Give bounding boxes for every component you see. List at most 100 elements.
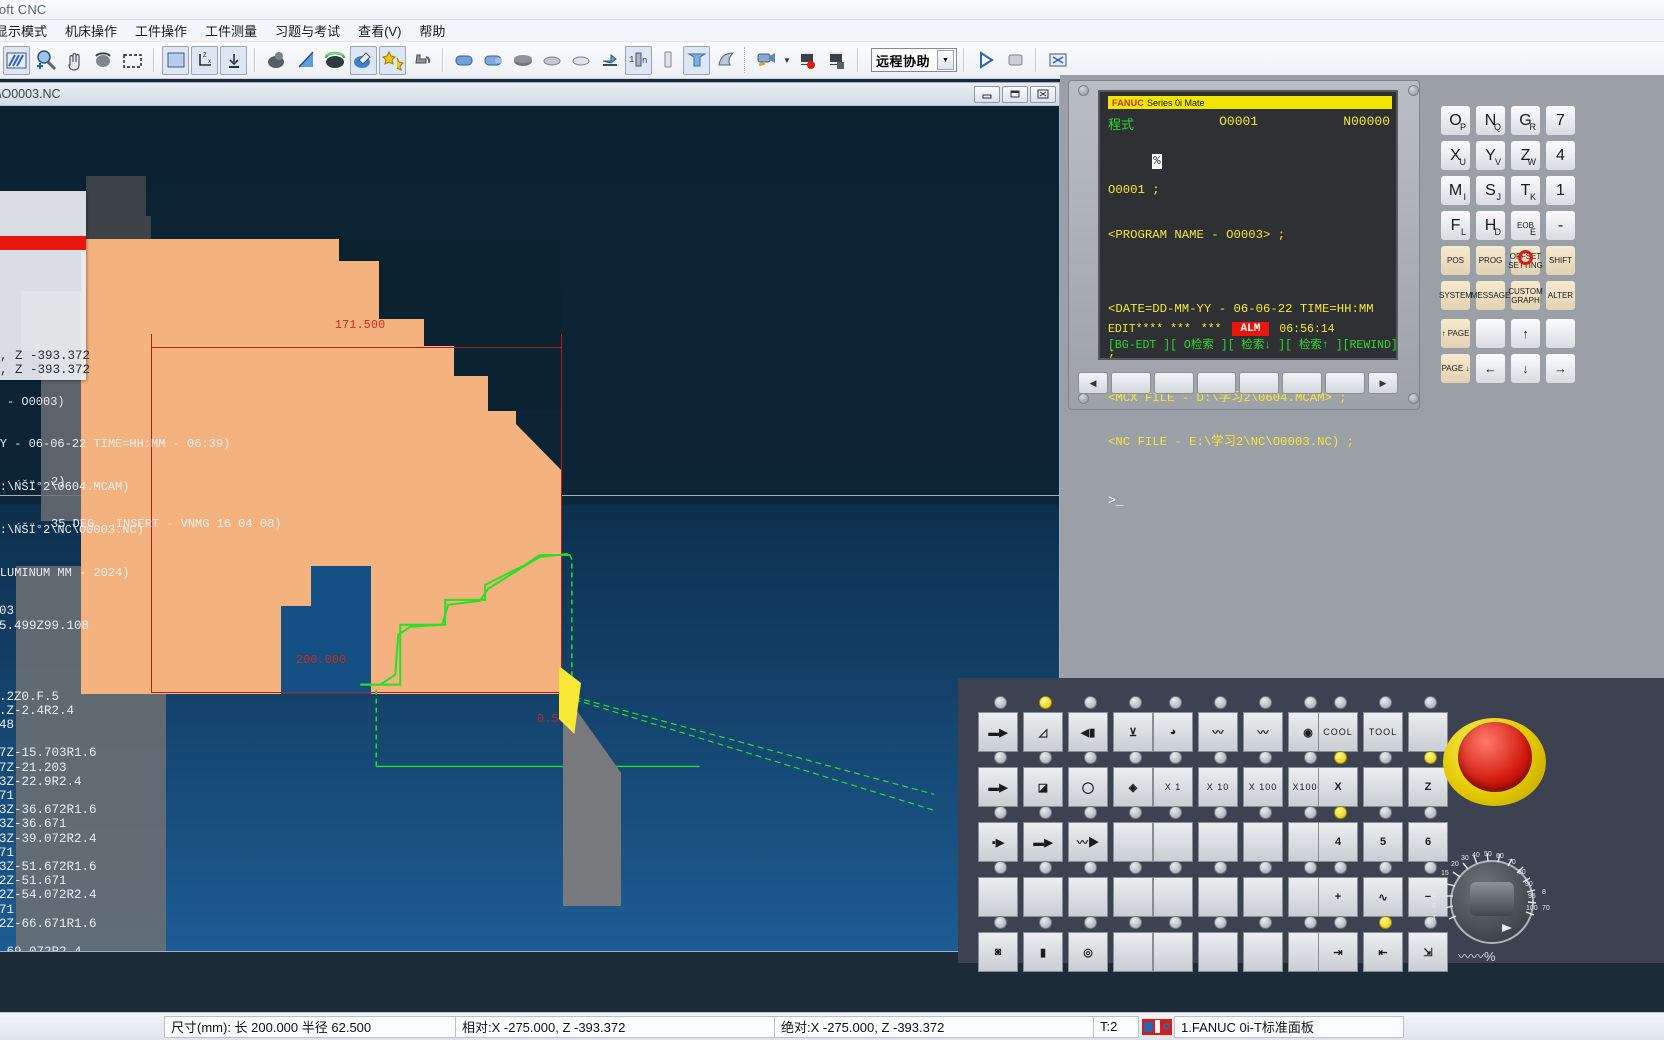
axis-dropdown-icon[interactable] — [220, 45, 247, 75]
blank-4-button[interactable] — [1068, 877, 1108, 917]
menu-workpiece-measure[interactable]: 工件测量 — [196, 19, 266, 42]
view-menu-item[interactable]: X -275.000, Z -393.372 — [0, 363, 90, 377]
select-rect-icon[interactable] — [119, 46, 146, 75]
nav-blank-1[interactable] — [1475, 318, 1506, 349]
jog-plus-button[interactable]: + — [1318, 877, 1358, 917]
nav-blank-2[interactable] — [1545, 318, 1576, 349]
blank-17-button[interactable] — [1243, 932, 1283, 972]
key-o[interactable]: OP — [1440, 105, 1471, 136]
coordinate-axis-icon[interactable]: Zx — [191, 45, 218, 75]
key-system[interactable]: SYSTEM — [1439, 280, 1472, 311]
maximize-button[interactable] — [1002, 85, 1028, 103]
softkey-left-arrow[interactable]: ◀ — [1078, 372, 1108, 394]
key-custom-graph[interactable]: CUSTOM GRAPH — [1508, 280, 1543, 311]
workpiece-icon[interactable] — [263, 46, 290, 75]
blank-6-button[interactable] — [1113, 932, 1153, 972]
help-extra-icon[interactable] — [1044, 46, 1071, 75]
key-s[interactable]: SJ — [1475, 175, 1506, 206]
key-t[interactable]: TK — [1510, 175, 1541, 206]
jog-4-button[interactable]: 4 — [1318, 822, 1358, 862]
block-skip-button[interactable]: ▬▶ — [978, 767, 1018, 807]
tool-holder-icon[interactable] — [683, 45, 710, 75]
cursor-right-key[interactable]: → — [1545, 353, 1576, 384]
blank-13-button[interactable] — [1243, 877, 1283, 917]
blank-15-button[interactable] — [1153, 932, 1193, 972]
jog-5-button[interactable]: 5 — [1363, 822, 1403, 862]
stock-5-icon[interactable] — [567, 46, 594, 75]
pan-hand-icon[interactable] — [61, 46, 88, 75]
key-y[interactable]: YV — [1475, 140, 1506, 171]
menu-workpiece-operation[interactable]: 工件操作 — [126, 19, 196, 42]
thread-icon[interactable] — [321, 46, 348, 75]
blank-12-button[interactable] — [1198, 877, 1238, 917]
display-mode-icon[interactable] — [3, 45, 30, 75]
step-x10-button[interactable]: X 10 — [1198, 767, 1238, 807]
camera-dropdown-icon[interactable]: ▼ — [781, 46, 793, 74]
blank-8-button[interactable] — [1198, 822, 1238, 862]
edit-part-icon[interactable] — [350, 45, 377, 75]
menu-help[interactable]: 帮助 — [410, 19, 454, 42]
program-test-button[interactable]: ◈ — [1113, 767, 1153, 807]
blank-1-button[interactable] — [1113, 822, 1153, 862]
view-menu-item[interactable]: ID:2 — [0, 335, 86, 349]
view-menu-item[interactable]: t View — [0, 235, 86, 250]
key-h[interactable]: HD — [1475, 210, 1506, 241]
menu-machine-operation[interactable]: 机床操作 — [56, 19, 126, 42]
cursor-up-key[interactable]: ↑ — [1510, 318, 1541, 349]
star-icon[interactable] — [379, 45, 406, 75]
jog-feed-button[interactable]: 〰 — [1198, 712, 1238, 752]
key-f[interactable]: FL — [1440, 210, 1471, 241]
jog-wave-button[interactable]: ∿ — [1363, 877, 1403, 917]
tool-1n-icon[interactable]: 1n — [625, 45, 652, 75]
close-button[interactable] — [1030, 85, 1056, 103]
key--[interactable]: - — [1545, 210, 1576, 241]
step-x100-button[interactable]: X 100 — [1243, 767, 1283, 807]
play-button[interactable] — [972, 46, 999, 75]
blank-7-button[interactable] — [1153, 822, 1193, 862]
key-n[interactable]: NQ — [1475, 105, 1506, 136]
jog-rapid-2-button[interactable]: ⇤ — [1363, 932, 1403, 972]
view-menu-item[interactable]: t View — [0, 264, 86, 278]
view-menu-item[interactable]: View — [0, 250, 86, 264]
blank-20-button[interactable] — [1363, 767, 1403, 807]
key-4[interactable]: 4 — [1545, 140, 1576, 171]
blank-5-button[interactable] — [1113, 877, 1153, 917]
softkey-6[interactable] — [1325, 372, 1366, 394]
key-message[interactable]: MESSAGE — [1471, 280, 1510, 311]
softkey-3[interactable] — [1196, 372, 1237, 394]
single-block-button[interactable]: ◀▮ — [1068, 712, 1108, 752]
view-menu-item[interactable]: dle Status — [0, 321, 86, 335]
view-menu-item[interactable]: View — [0, 193, 86, 207]
key-g[interactable]: GR — [1510, 105, 1541, 136]
jog-rapid-1-button[interactable]: ⇥ — [1318, 932, 1358, 972]
view-dropdown-menu[interactable]: View Screent Viewt View Viewt Viewllel V… — [0, 191, 90, 380]
view-menu-item[interactable]: llel View — [0, 278, 86, 292]
coolant-button[interactable]: COOL — [1318, 712, 1358, 752]
chevron-down-icon[interactable]: ▼ — [937, 50, 954, 70]
menu-view[interactable]: 查看(V) — [349, 19, 410, 42]
tool-probe-icon[interactable] — [654, 46, 681, 75]
stop-button[interactable] — [1001, 46, 1028, 75]
chip-icon[interactable] — [712, 46, 739, 75]
simulation-window-titlebar[interactable]: C\O0003.NC — [0, 83, 1059, 106]
spindle-orient-button[interactable]: ◕ — [1153, 712, 1193, 752]
record-icon[interactable] — [794, 46, 821, 75]
rapid-button[interactable]: ▬▶ — [1023, 822, 1063, 862]
key-eob[interactable]: EOB E — [1510, 210, 1541, 241]
machine-lock-button[interactable]: ◯ — [1068, 767, 1108, 807]
softkey-5[interactable] — [1282, 372, 1323, 394]
3d-viewport[interactable]: 171.500 200.000 0.50 NAME - O0003) MM-YY… — [0, 106, 1059, 951]
feed-hold-button[interactable]: ◿ — [1023, 712, 1063, 752]
blank-16-button[interactable] — [1198, 932, 1238, 972]
minimize-button[interactable] — [974, 85, 1000, 103]
emergency-stop-button[interactable] — [1458, 722, 1532, 792]
view-menu-item[interactable]: Screen — [0, 207, 86, 221]
key-m[interactable]: MI — [1440, 175, 1471, 206]
key-prog[interactable]: PROG — [1475, 245, 1506, 276]
menu-display-mode[interactable]: 显示模式 — [0, 19, 56, 42]
menu-exercises-exams[interactable]: 习题与考试 — [266, 19, 349, 42]
rotate-icon[interactable] — [90, 46, 117, 75]
tool-change-button[interactable]: TOOL — [1363, 712, 1403, 752]
measure-icon[interactable] — [292, 46, 319, 75]
key-alter[interactable]: ALTER — [1545, 280, 1576, 311]
